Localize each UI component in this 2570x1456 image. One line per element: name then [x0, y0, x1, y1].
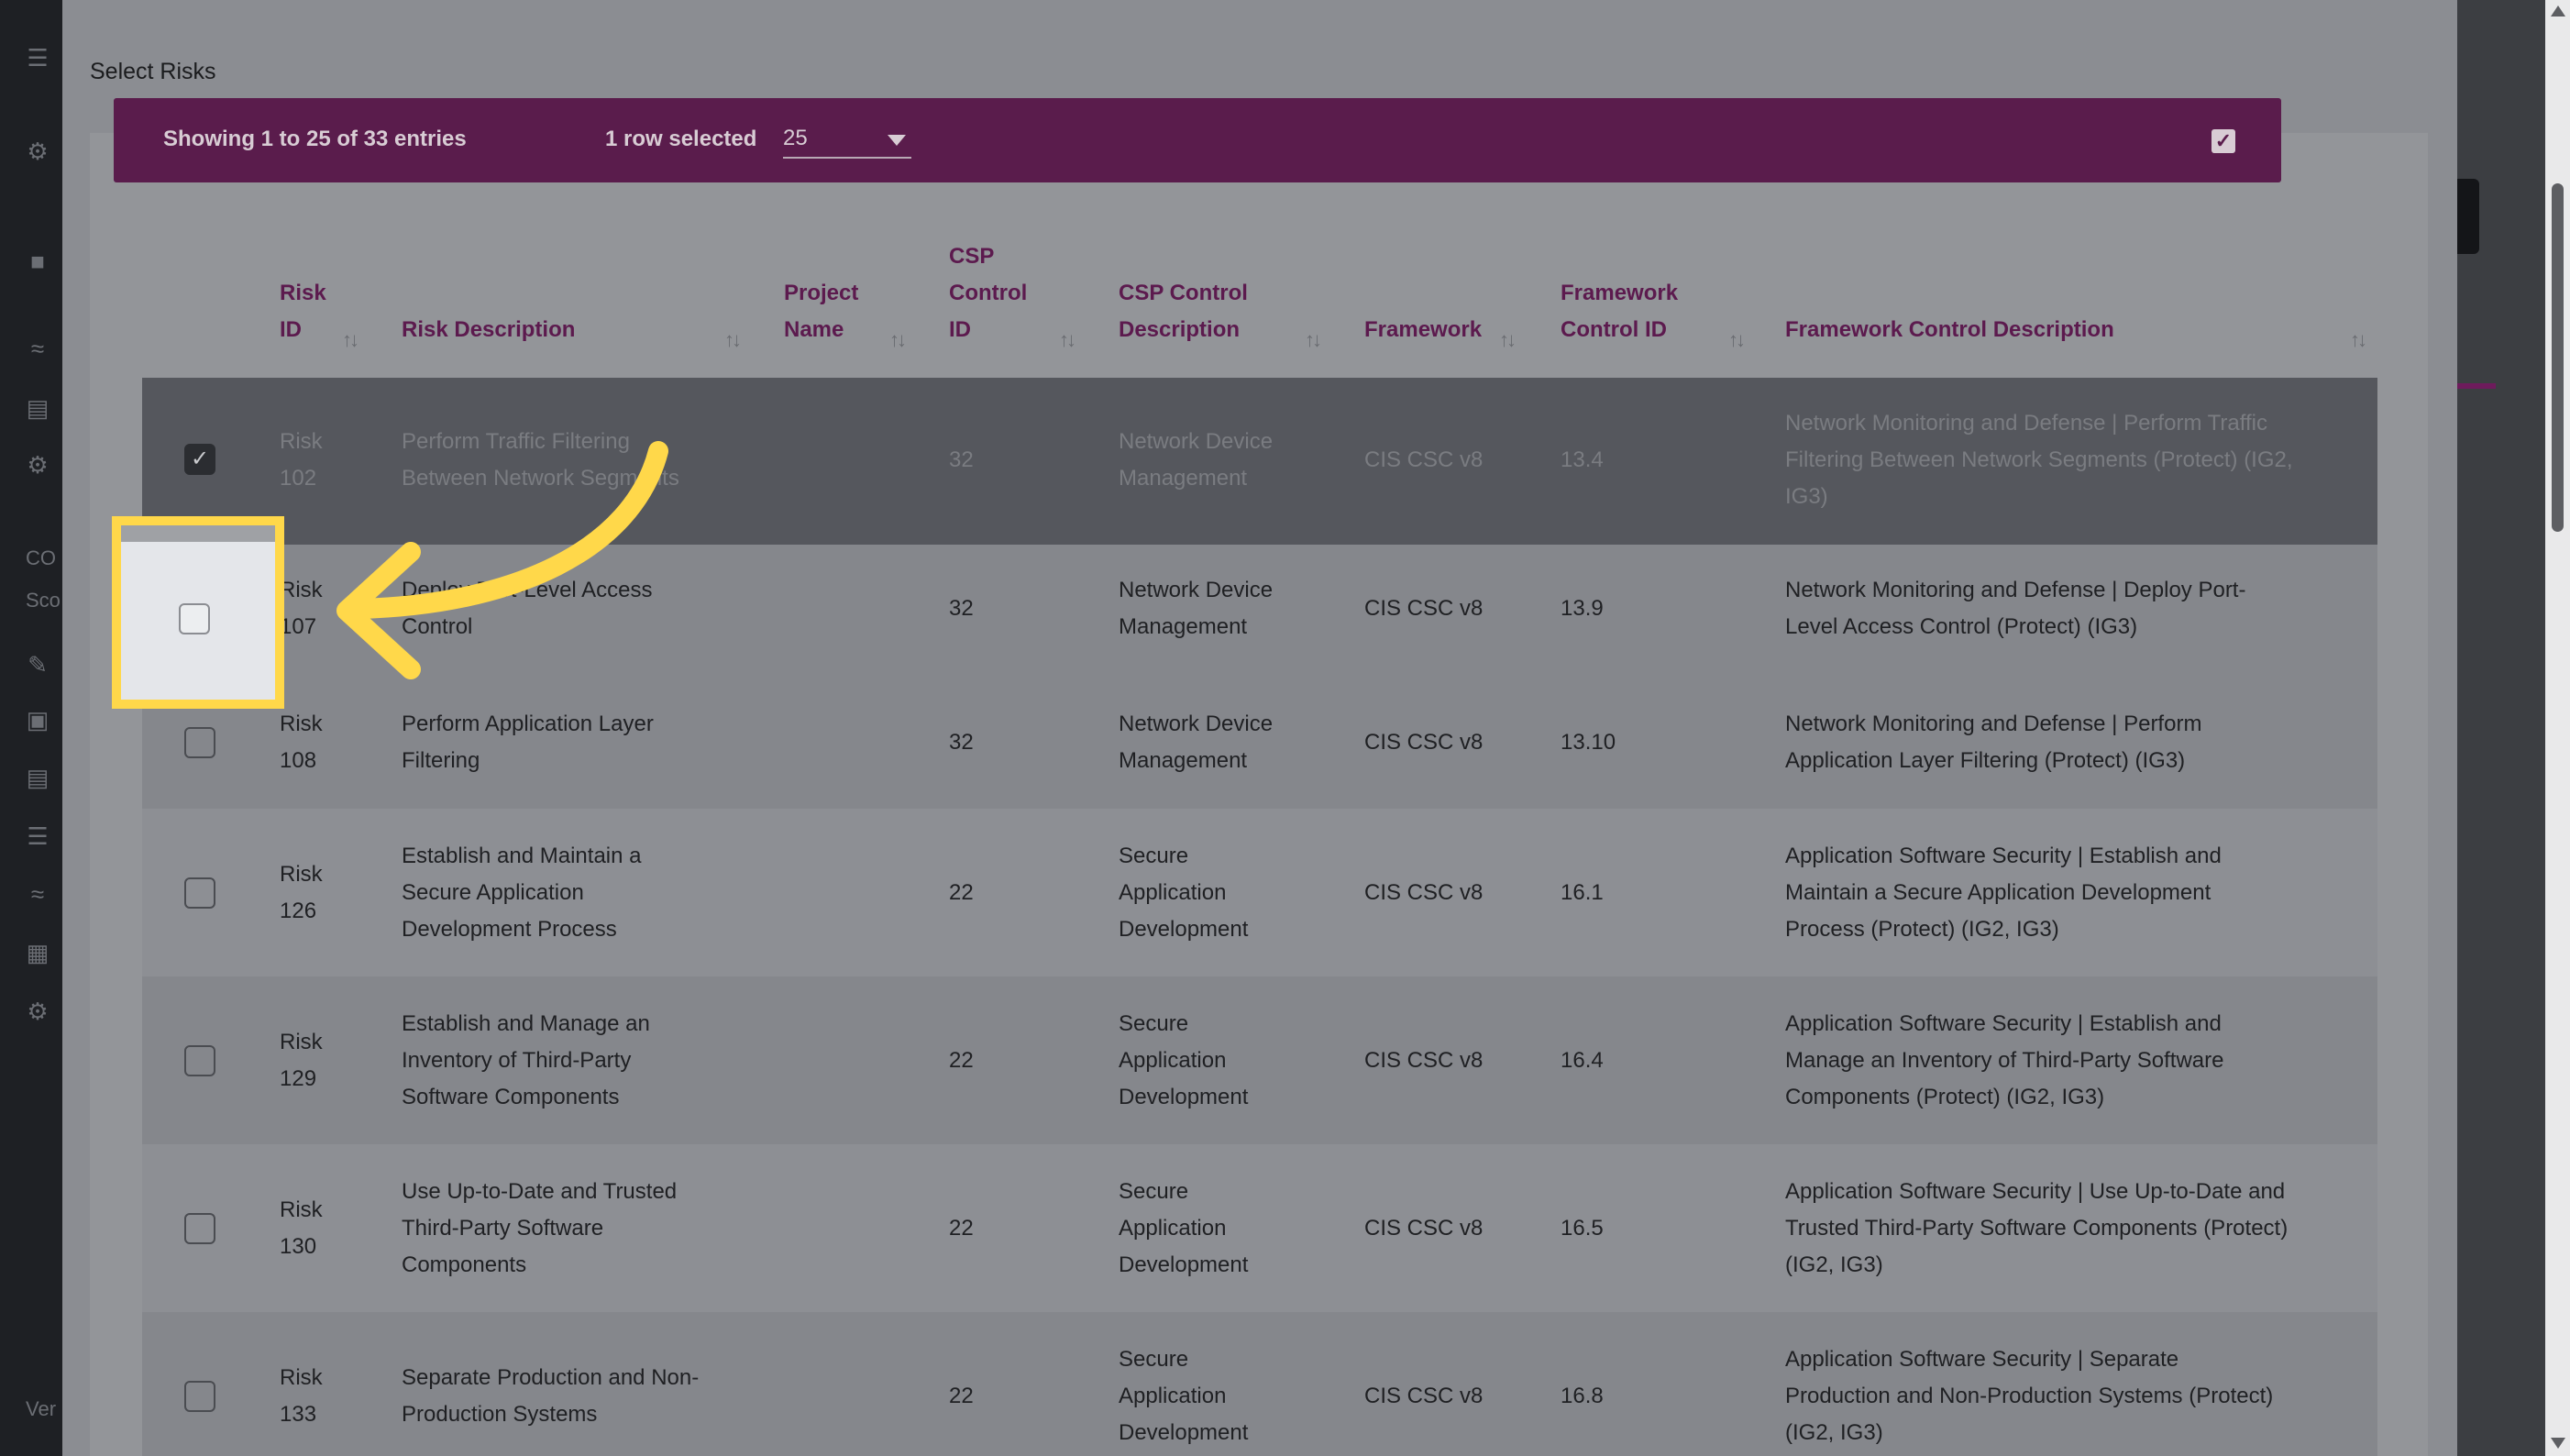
pointer-arrow-icon — [336, 441, 668, 679]
